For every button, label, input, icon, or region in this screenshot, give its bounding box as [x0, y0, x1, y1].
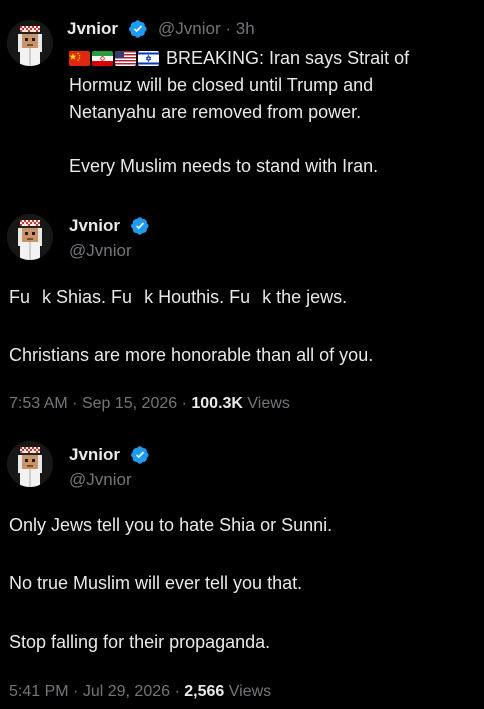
tweet-line: BREAKING: Iran says Strait of	[166, 48, 410, 68]
handle[interactable]: @Jvnior · 3h	[158, 19, 255, 39]
text-segment: k Shias. Fu	[42, 287, 133, 307]
tweet-line: Christians are more honorable than all o…	[9, 345, 374, 365]
censor-blur	[30, 288, 43, 306]
censor-blur	[132, 288, 145, 306]
tweet-line: Only Jews tell you to hate Shia or Sunni…	[9, 515, 333, 535]
tweet-meta: 7:53 AM · Sep 15, 2026 · 100.3K Views	[9, 395, 290, 413]
tweet-line: Stop falling for their propaganda.	[9, 632, 271, 652]
verified-badge-icon	[130, 445, 150, 465]
tweet-line: No true Muslim will ever tell you that.	[9, 573, 303, 593]
date[interactable]: Sep 15, 2026	[82, 395, 177, 412]
handle[interactable]: @Jvnior	[69, 241, 132, 261]
display-name[interactable]: Jvnior	[69, 445, 120, 465]
separator-dot: ·	[225, 19, 232, 38]
date[interactable]: Jul 29, 2026	[83, 683, 170, 700]
verified-badge-icon	[128, 19, 148, 39]
china-flag-icon	[69, 51, 90, 66]
text-segment: k Houthis. Fu	[144, 287, 251, 307]
timestamp[interactable]: 3h	[236, 19, 255, 38]
tweet-line: Every Muslim needs to stand with Iran.	[69, 156, 379, 176]
separator-dot: ·	[181, 395, 187, 412]
text-segment: Fu	[9, 287, 31, 307]
avatar[interactable]	[7, 441, 53, 487]
iran-flag-icon	[92, 51, 113, 66]
handle[interactable]: @Jvnior	[69, 470, 132, 490]
views-label: Views	[228, 683, 272, 700]
tweet-meta: 5:41 PM · Jul 29, 2026 · 2,566 Views	[9, 683, 271, 701]
avatar[interactable]	[7, 214, 53, 260]
handle-text: @Jvnior	[158, 19, 221, 38]
verified-badge-icon	[130, 216, 150, 236]
display-name[interactable]: Jvnior	[67, 19, 118, 39]
us-flag-icon	[115, 51, 136, 66]
views-count: 100.3K	[191, 395, 243, 412]
separator-dot: ·	[72, 395, 78, 412]
text-segment: k the jews.	[262, 287, 348, 307]
separator-dot: ·	[174, 683, 180, 700]
tweet-line: Hormuz will be closed until Trump and	[69, 75, 374, 95]
israel-flag-icon	[138, 51, 159, 66]
timestamp[interactable]: 5:41 PM	[9, 683, 69, 700]
display-name[interactable]: Jvnior	[69, 216, 120, 236]
tweet-line: Netanyahu are removed from power.	[69, 102, 362, 122]
views-label: Views	[247, 395, 290, 412]
tweet-text: BREAKING: Iran says Strait of	[69, 46, 409, 70]
avatar[interactable]	[7, 20, 53, 66]
timestamp[interactable]: 7:53 AM	[9, 395, 68, 412]
censor-blur	[250, 288, 263, 306]
views-count: 2,566	[184, 683, 225, 700]
separator-dot: ·	[73, 683, 79, 700]
tweet-line: Fu k Shias. Fu k Houthis. Fu k the jews.	[9, 285, 347, 309]
